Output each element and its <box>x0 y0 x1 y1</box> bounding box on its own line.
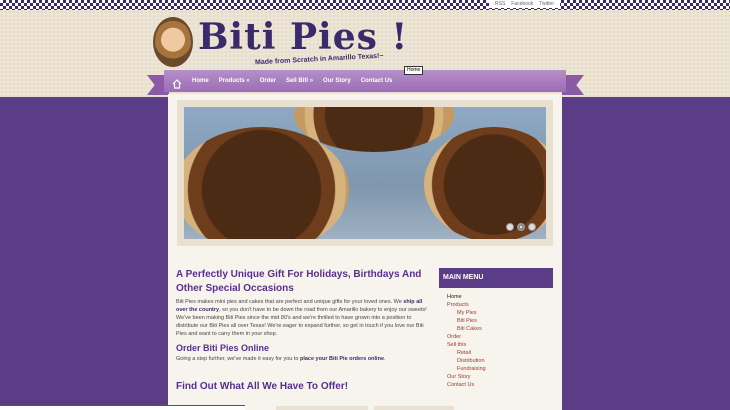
nav-sell-biti[interactable]: Sell Biti » <box>286 78 313 84</box>
offer-heading: Find Out What All We Have To Offer! <box>176 381 349 392</box>
menu-my-pies[interactable]: My Pies <box>439 309 553 317</box>
menu-biti-pies[interactable]: Biti Pies <box>439 317 553 325</box>
nav-home[interactable]: Home <box>192 78 209 84</box>
menu-order[interactable]: Order <box>439 333 553 341</box>
nav-our-story[interactable]: Our Story <box>323 78 351 84</box>
bottom-box-2 <box>374 406 454 410</box>
slider-dot-1[interactable] <box>506 223 514 231</box>
intro-text-1: Biti Pies makes mini pies and cakes that… <box>176 299 404 305</box>
menu-products[interactable]: Products <box>439 301 553 309</box>
main-heading: A Perfectly Unique Gift For Holidays, Bi… <box>176 269 422 294</box>
nav-contact-us[interactable]: Contact Us <box>361 78 393 84</box>
home-icon[interactable] <box>172 76 182 89</box>
nav-products[interactable]: Products » <box>219 78 250 84</box>
image-slider <box>177 100 553 246</box>
slider-dot-2[interactable] <box>517 223 525 231</box>
order-online-link[interactable]: place your Biti Pie orders online <box>300 356 384 362</box>
intro-paragraph: Biti Pies makes mini pies and cakes that… <box>176 298 432 338</box>
order-paragraph: Going a step further, we've made it easy… <box>176 355 432 363</box>
sidebar: MAIN MENU Home Products My Pies Biti Pie… <box>439 268 553 389</box>
social-links: RSS Facebook Twitter <box>489 0 560 8</box>
main-column: A Perfectly Unique Gift For Holidays, Bi… <box>176 268 432 363</box>
menu-home[interactable]: Home <box>439 293 553 301</box>
nav-order[interactable]: Order <box>260 78 276 84</box>
order-heading: Order Biti Pies Online <box>176 343 270 353</box>
slider-image-pies[interactable] <box>184 107 546 239</box>
sidebar-title: MAIN MENU <box>439 268 553 288</box>
menu-fundraising[interactable]: Fundraising <box>439 365 553 373</box>
menu-biti-cakes[interactable]: Biti Cakes <box>439 325 553 333</box>
rss-link[interactable]: RSS <box>495 0 505 8</box>
slider-dot-3[interactable] <box>528 223 536 231</box>
slider-dots <box>506 223 536 231</box>
tooltip: Home <box>404 66 424 75</box>
order-text-1: Going a step further, we've made it easy… <box>176 356 300 362</box>
bottom-box-1 <box>276 406 368 410</box>
menu-retail[interactable]: Retail <box>439 349 553 357</box>
order-text-2: . <box>384 356 386 362</box>
twitter-link[interactable]: Twitter <box>539 0 554 8</box>
logo-photo[interactable] <box>153 17 193 67</box>
bottom-bar <box>0 405 245 410</box>
menu-our-story[interactable]: Our Story <box>439 373 553 381</box>
sidebar-menu: Home Products My Pies Biti Pies Biti Cak… <box>439 293 553 389</box>
checkered-top-border <box>0 0 730 10</box>
facebook-link[interactable]: Facebook <box>511 0 533 8</box>
menu-sell-this[interactable]: Sell this <box>439 341 553 349</box>
menu-distribution[interactable]: Distribution <box>439 357 553 365</box>
main-nav: Home Products » Order Sell Biti » Our St… <box>164 70 566 92</box>
site-title[interactable]: Biti Pies ! <box>198 16 408 58</box>
menu-contact-us[interactable]: Contact Us <box>439 381 553 389</box>
